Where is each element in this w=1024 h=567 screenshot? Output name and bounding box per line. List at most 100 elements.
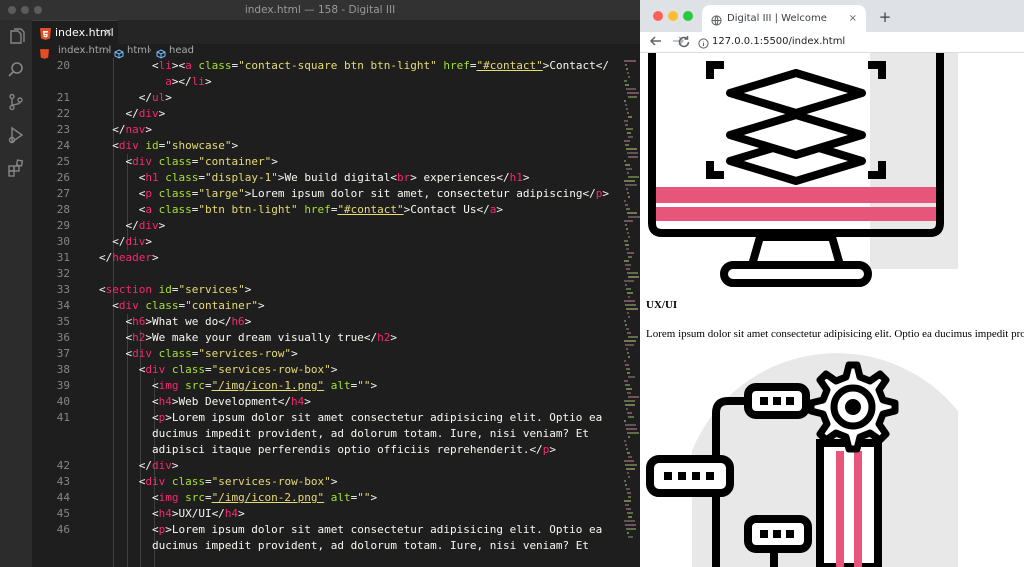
code-line[interactable]: 42 </div> xyxy=(32,458,622,474)
layer-middle xyxy=(726,111,866,159)
code-token: >We build digital< xyxy=(277,171,398,184)
code-line[interactable]: 32 xyxy=(32,266,622,282)
run-debug-icon[interactable] xyxy=(7,126,25,144)
code-token: > xyxy=(370,379,378,392)
globe-icon xyxy=(711,13,722,26)
code-line[interactable]: 43 <div class="services-row-box"> xyxy=(32,474,622,490)
code-line[interactable]: adipisci itaque perferendis optio offici… xyxy=(32,442,622,458)
source-control-icon[interactable] xyxy=(7,93,25,111)
minimap-line xyxy=(628,176,640,178)
breadcrumb-separator: › xyxy=(148,45,152,56)
minimap-line xyxy=(628,456,632,458)
breadcrumb-head[interactable]: head xyxy=(169,44,194,58)
code-token: = xyxy=(204,379,212,392)
code-line[interactable]: 21 </ul> xyxy=(32,90,622,106)
code-token: ducimus impedit provident, ad dolorum to… xyxy=(151,539,590,552)
minimap-line xyxy=(627,192,629,194)
minimap-line xyxy=(628,356,630,358)
code-line[interactable]: 26 <h1 class="display-1">We build digital… xyxy=(32,170,622,186)
code-token: </ xyxy=(112,123,126,136)
browser-zoom-button[interactable] xyxy=(683,11,693,21)
connector-block xyxy=(646,455,734,497)
code-token: = xyxy=(469,59,477,72)
code-line[interactable]: 23 </nav> xyxy=(32,122,622,138)
service-description: Lorem ipsum dolor sit amet consectetur a… xyxy=(646,328,1024,340)
code-token: >< xyxy=(171,59,186,72)
code-token: section xyxy=(105,283,152,296)
tab-index-html[interactable]: index.html × xyxy=(32,20,118,44)
minimap-line xyxy=(624,360,626,362)
code-line[interactable]: 27 <p class="large">Lorem ipsum dolor sit… xyxy=(32,186,622,202)
minimap-line xyxy=(628,396,640,398)
code-line[interactable]: 28 <a class="btn btn-light" href="#contac… xyxy=(32,202,622,218)
extensions-icon[interactable] xyxy=(7,159,25,177)
minimap-line xyxy=(627,452,631,454)
info-icon[interactable] xyxy=(698,36,709,49)
code-line[interactable]: 30 </div> xyxy=(32,234,622,250)
minimap[interactable] xyxy=(622,58,640,567)
code-line[interactable]: 35 <h6>What we do</h6> xyxy=(32,314,622,330)
browser-tab[interactable]: Digital III | Welcome × xyxy=(702,5,866,32)
browser-minimize-button[interactable] xyxy=(668,11,678,21)
search-icon[interactable] xyxy=(7,61,25,79)
code-token: "btn btn-light" xyxy=(198,203,298,216)
code-line[interactable]: 44 <img src="/img/icon-2.png" alt=""> xyxy=(32,490,622,506)
browser-tab-title: Digital III | Welcome xyxy=(727,13,827,24)
new-tab-button[interactable]: + xyxy=(876,7,894,27)
code-line[interactable]: 38 <div class="services-row-box"> xyxy=(32,362,622,378)
code-line[interactable]: 29 </div> xyxy=(32,218,622,234)
minimap-line xyxy=(627,292,633,294)
code-line[interactable]: 40 <h4>Web Development</h4> xyxy=(32,394,622,410)
monitor-stripe xyxy=(656,187,936,203)
page-viewport[interactable]: UX/UI Lorem ipsum dolor sit amet consect… xyxy=(640,53,1024,567)
html5-icon xyxy=(40,27,51,40)
minimap-line xyxy=(626,68,628,70)
minimap-line xyxy=(628,196,630,198)
explorer-icon[interactable] xyxy=(7,28,25,46)
code-line[interactable]: 31 </header> xyxy=(32,250,622,266)
code-line[interactable]: 37 <div class="services-row"> xyxy=(32,346,622,362)
code-line[interactable]: 46 <p>Lorem ipsum dolor sit amet consecte… xyxy=(32,522,622,538)
code-line[interactable]: a></li> xyxy=(32,74,622,90)
code-line[interactable]: ducimus impedit provident, ad dolorum to… xyxy=(32,538,622,554)
code-text: </div> xyxy=(139,458,179,474)
code-token: "" xyxy=(357,379,371,392)
minimap-line xyxy=(627,332,631,334)
monitor-neck xyxy=(746,233,846,269)
line-number: 46 xyxy=(56,523,70,536)
code-line[interactable]: 34 <div class="container"> xyxy=(32,298,622,314)
browser-tab-close-button[interactable]: × xyxy=(849,5,857,32)
code-token: </ xyxy=(138,91,152,104)
code-line[interactable]: 33 <section id="services"> xyxy=(32,282,622,298)
code-line[interactable]: 41 <p>Lorem ipsum dolor sit amet consecte… xyxy=(32,410,622,426)
minimap-line xyxy=(625,224,627,226)
minimap-line xyxy=(628,316,630,318)
address-bar[interactable]: 127.0.0.1:5500/index.html xyxy=(712,32,845,52)
code-line[interactable]: 22 </div> xyxy=(32,106,622,122)
browser-close-button[interactable] xyxy=(653,11,663,21)
reload-icon[interactable] xyxy=(677,35,690,48)
code-area[interactable]: 20 <li><a class="contact-square btn btn-l… xyxy=(32,58,622,567)
tab-close-button[interactable]: × xyxy=(104,21,112,45)
code-line[interactable]: 36 <h2>We make your dream visually true</… xyxy=(32,330,622,346)
line-number: 33 xyxy=(56,283,70,296)
code-line[interactable]: 20 <li><a class = "contact-square btn btn-l… xyxy=(32,58,622,74)
breadcrumb-html[interactable]: html xyxy=(127,44,150,58)
back-arrow-icon[interactable] xyxy=(649,34,663,48)
line-number: 23 xyxy=(56,123,70,136)
minimap-line xyxy=(626,308,638,310)
code-line[interactable]: 25 <div class="container"> xyxy=(32,154,622,170)
code-line[interactable]: ducimus impedit provident, ad dolorum to… xyxy=(32,426,622,442)
circuit-trace xyxy=(836,451,844,567)
code-line[interactable]: 45 <h4>UX/UI</h4> xyxy=(32,506,622,522)
code-line[interactable]: 24 <div id="showcase"> xyxy=(32,138,622,154)
code-token: h4 xyxy=(158,395,172,408)
code-line[interactable]: 39 <img src="/img/icon-1.png" alt=""> xyxy=(32,378,622,394)
code-token: class xyxy=(158,187,192,200)
minimap-line xyxy=(627,532,629,534)
line-number: 45 xyxy=(56,507,70,520)
web-development-illustration xyxy=(646,353,958,567)
breadcrumb-file[interactable]: index.html xyxy=(58,44,111,58)
